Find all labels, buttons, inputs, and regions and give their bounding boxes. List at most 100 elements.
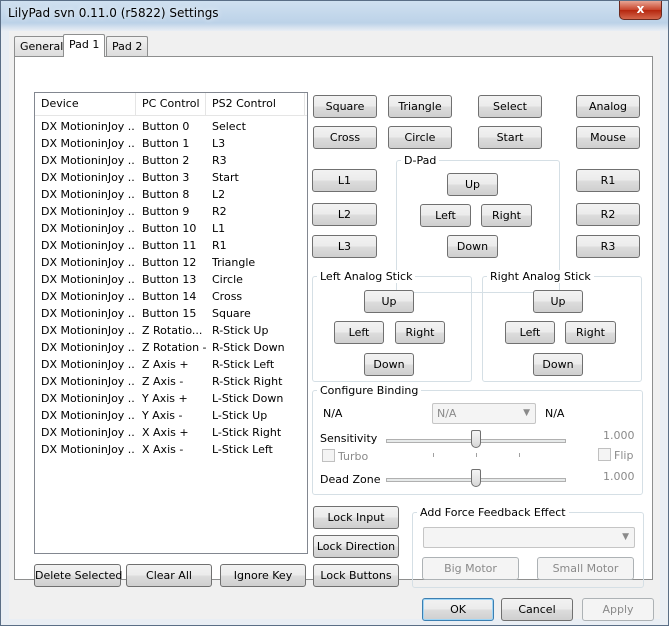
ps2-control-cell: L-Stick Right — [212, 426, 282, 439]
right-stick-down-button[interactable]: Down — [533, 353, 583, 376]
left-stick-right-button[interactable]: Right — [395, 321, 445, 344]
left-stick-down-button[interactable]: Down — [364, 353, 414, 376]
device-cell: DX MotioninJoy ... — [41, 358, 134, 371]
sensitivity-value: 1.000 — [603, 429, 635, 442]
right-stick-right-button[interactable]: Right — [565, 321, 616, 344]
binding-list-header: Device PC Control PS2 Control — [35, 93, 307, 116]
device-cell: DX MotioninJoy ... — [41, 239, 134, 252]
lock-direction-button[interactable]: Lock Direction — [313, 535, 399, 558]
table-row[interactable]: DX MotioninJoy ... Y Axis - L-Stick Up — [35, 407, 307, 424]
small-motor-button[interactable]: Small Motor — [537, 557, 634, 580]
pc-control-cell: Button 0 — [142, 120, 190, 133]
tab-pad-1[interactable]: Pad 1 — [63, 34, 106, 57]
sensitivity-tick — [433, 453, 434, 457]
select-button[interactable]: Select — [478, 95, 542, 118]
clear-all-button[interactable]: Clear All — [126, 564, 212, 587]
binding-combo[interactable]: N/A ▼ — [432, 403, 536, 424]
square-button[interactable]: Square — [313, 95, 377, 118]
table-row[interactable]: DX MotioninJoy ... Button 14 Cross — [35, 288, 307, 305]
r1-button[interactable]: R1 — [576, 169, 640, 192]
triangle-button[interactable]: Triangle — [388, 95, 452, 118]
device-cell: DX MotioninJoy ... — [41, 188, 134, 201]
device-cell: DX MotioninJoy ... — [41, 392, 134, 405]
tab-pad-2[interactable]: Pad 2 — [106, 36, 149, 56]
table-row[interactable]: DX MotioninJoy ... Button 1 L3 — [35, 135, 307, 152]
device-cell: DX MotioninJoy ... — [41, 375, 134, 388]
table-row[interactable]: DX MotioninJoy ... Button 11 R1 — [35, 237, 307, 254]
dpad-left-button[interactable]: Left — [420, 204, 471, 227]
table-row[interactable]: DX MotioninJoy ... Z Rotation - R-Stick Do… — [35, 339, 307, 356]
ps2-control-cell: L2 — [212, 188, 226, 201]
sensitivity-slider[interactable] — [471, 430, 481, 448]
device-cell: DX MotioninJoy ... — [41, 426, 134, 439]
table-row[interactable]: DX MotioninJoy ... Button 13 Circle — [35, 271, 307, 288]
binding-combo-value: N/A — [437, 407, 457, 420]
l1-button[interactable]: L1 — [312, 169, 377, 192]
force-feedback-combo[interactable]: ▼ — [423, 527, 635, 548]
title-bar[interactable]: LilyPad svn 0.11.0 (r5822) Settings x — [1, 1, 668, 27]
turbo-checkbox[interactable] — [322, 449, 335, 462]
ps2-control-cell: Cross — [212, 290, 243, 303]
table-row[interactable]: DX MotioninJoy ... Button 2 R3 — [35, 152, 307, 169]
table-row[interactable]: DX MotioninJoy ... Button 15 Square — [35, 305, 307, 322]
ps2-control-cell: Circle — [212, 273, 243, 286]
cross-button[interactable]: Cross — [313, 126, 377, 149]
table-row[interactable]: DX MotioninJoy ... Z Axis - R-Stick Right — [35, 373, 307, 390]
big-motor-button[interactable]: Big Motor — [422, 557, 519, 580]
table-row[interactable]: DX MotioninJoy ... Button 10 L1 — [35, 220, 307, 237]
start-button[interactable]: Start — [478, 126, 542, 149]
close-button[interactable]: x — [619, 1, 662, 20]
column-header-ps2-control[interactable]: PS2 Control — [206, 93, 305, 115]
right-stick-up-button[interactable]: Up — [533, 290, 583, 313]
r2-button[interactable]: R2 — [576, 203, 640, 226]
device-cell: DX MotioninJoy ... — [41, 154, 134, 167]
table-row[interactable]: DX MotioninJoy ... X Axis + L-Stick Right — [35, 424, 307, 441]
cancel-button[interactable]: Cancel — [501, 598, 573, 621]
mouse-button[interactable]: Mouse — [576, 126, 640, 149]
chevron-down-icon: ▼ — [523, 408, 530, 418]
table-row[interactable]: DX MotioninJoy ... Z Axis + R-Stick Left — [35, 356, 307, 373]
device-cell: DX MotioninJoy ... — [41, 171, 134, 184]
dpad-label: D-Pad — [401, 154, 440, 167]
ps2-control-cell: L3 — [212, 137, 226, 150]
apply-button[interactable]: Apply — [582, 598, 654, 621]
left-stick-left-button[interactable]: Left — [334, 321, 384, 344]
table-row[interactable]: DX MotioninJoy ... Button 8 L2 — [35, 186, 307, 203]
table-row[interactable]: DX MotioninJoy ... Button 12 Triangle — [35, 254, 307, 271]
dead-zone-slider[interactable] — [471, 469, 481, 487]
dpad-right-button[interactable]: Right — [481, 204, 532, 227]
chevron-down-icon: ▼ — [622, 532, 629, 542]
pc-control-cell: Button 13 — [142, 273, 197, 286]
left-stick-up-button[interactable]: Up — [364, 290, 414, 313]
table-row[interactable]: DX MotioninJoy ... X Axis - L-Stick Left — [35, 441, 307, 458]
r3-button[interactable]: R3 — [576, 235, 640, 258]
sensitivity-tick — [476, 453, 477, 457]
lock-input-button[interactable]: Lock Input — [313, 506, 399, 529]
table-row[interactable]: DX MotioninJoy ... Z Rotatio... R-Stick Up — [35, 322, 307, 339]
dpad-up-button[interactable]: Up — [447, 173, 498, 196]
ok-button[interactable]: OK — [422, 598, 494, 621]
device-cell: DX MotioninJoy ... — [41, 443, 134, 456]
circle-button[interactable]: Circle — [388, 126, 452, 149]
column-header-device[interactable]: Device — [35, 93, 136, 115]
table-row[interactable]: DX MotioninJoy ... Button 3 Start — [35, 169, 307, 186]
table-row[interactable]: DX MotioninJoy ... Button 9 R2 — [35, 203, 307, 220]
dpad-down-button[interactable]: Down — [447, 235, 498, 258]
ignore-key-button[interactable]: Ignore Key — [220, 564, 306, 587]
left-analog-stick-group: Left Analog Stick Up Left Right Down — [312, 270, 472, 382]
tab-general[interactable]: General — [14, 36, 70, 56]
binding-list[interactable]: Device PC Control PS2 Control DX Motioni… — [34, 92, 308, 554]
ps2-control-cell: L-Stick Down — [212, 392, 284, 405]
analog-button[interactable]: Analog — [576, 95, 640, 118]
column-header-pc-control[interactable]: PC Control — [136, 93, 206, 115]
right-stick-left-button[interactable]: Left — [505, 321, 555, 344]
l3-button[interactable]: L3 — [312, 235, 377, 258]
ps2-control-cell: Triangle — [212, 256, 256, 269]
lock-buttons-button[interactable]: Lock Buttons — [313, 564, 399, 587]
l2-button[interactable]: L2 — [312, 203, 377, 226]
table-row[interactable]: DX MotioninJoy ... Button 0 Select — [35, 118, 307, 135]
flip-checkbox[interactable] — [598, 448, 611, 461]
table-row[interactable]: DX MotioninJoy ... Y Axis + L-Stick Down — [35, 390, 307, 407]
delete-selected-button[interactable]: Delete Selected — [34, 564, 122, 587]
dead-zone-value: 1.000 — [603, 470, 635, 483]
